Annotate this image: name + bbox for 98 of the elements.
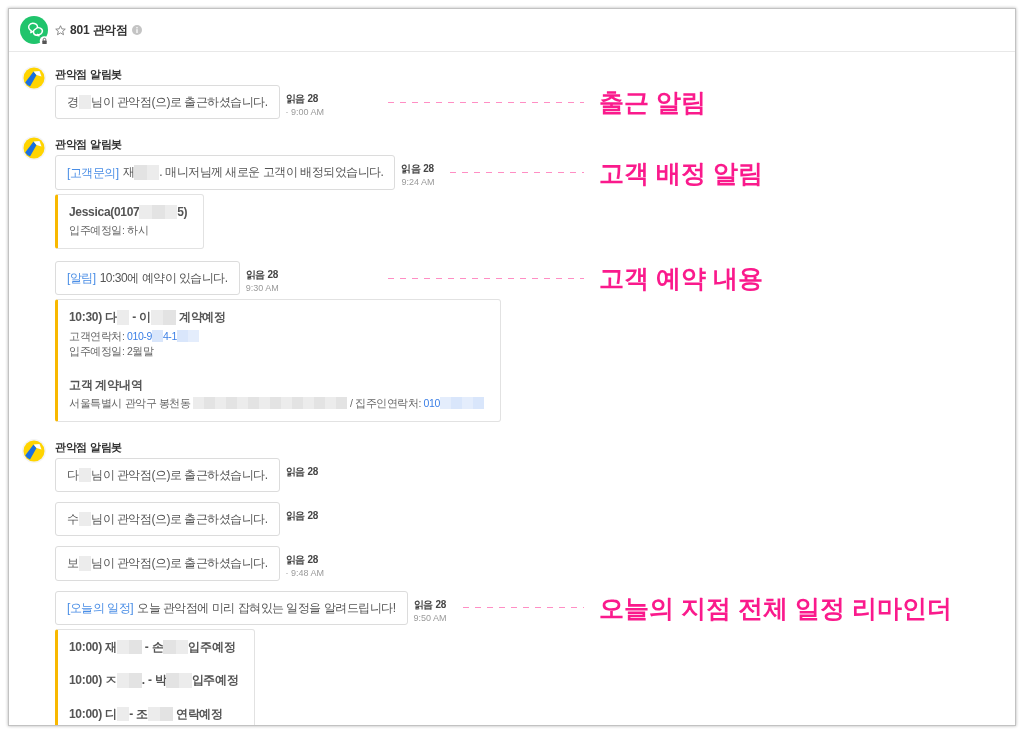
redaction-block [248,396,260,410]
redaction-block [215,396,227,410]
read-count: 읽음 28 [285,465,318,478]
redaction-block [163,639,176,655]
annotation-label: 출근 알림 [599,87,707,118]
card-text: 고객연락처: [69,329,126,342]
message-text: 님이 관악점(으)로 출근하셨습니다. [91,467,268,482]
message-text: 님이 관악점(으)로 출근하셨습니다. [91,512,268,527]
card-text: 입주예정일: 2월말 [69,344,154,357]
redaction-block [325,396,337,410]
card-heading: - 손 [143,640,164,655]
redaction-block [147,706,161,721]
annotation-label: 고객 예약 내용 [599,263,764,294]
card-heading: 연락예정 [174,706,223,721]
category-tag: [오늘의 일정] [67,600,133,615]
redaction-block [163,310,176,325]
annotation-label: 고객 배정 알림 [599,157,764,188]
redaction-block [150,310,164,325]
card-heading: 계약예정 [177,310,226,325]
sender-name: 관악점 알림봇 [55,67,122,81]
redaction-block [281,396,293,410]
redaction-block [151,329,163,343]
message-text: 님이 관악점(으)로 출근하셨습니다. [91,95,268,110]
redaction-block [152,204,165,220]
card-heading: Jessica(0107 [69,205,140,220]
redaction-block [314,396,326,410]
card-text: 입주예정일: 하시 [69,224,149,237]
bot-avatar-icon [22,66,46,90]
card-heading: . - 박 [141,673,167,688]
message-time: 9:30 AM [245,282,279,296]
category-tag: [고객문의] [67,165,119,180]
message-text: 경 [67,95,79,110]
card-heading: - 이 [131,310,151,325]
message-text: 재 [122,165,135,180]
redaction-block [336,396,348,410]
card-heading: 입주예정 [191,673,239,688]
card-heading: 5) [177,205,188,220]
card-heading: - 조 [129,706,148,721]
redaction-block [193,396,205,410]
redaction-block [461,396,473,410]
card-heading: 10:00) ㅈ [69,673,117,688]
message-text: 보 [67,556,79,571]
phone-link[interactable]: 010-9 [127,329,152,342]
message-text: 님이 관악점(으)로 출근하셨습니다. [91,556,268,571]
info-icon[interactable] [131,25,142,35]
message-time: · 9:00 AM [285,106,325,119]
annotation-label: 오늘의 지점 전체 일정 리마인더 [599,592,953,623]
bot-avatar-icon [22,438,46,463]
redaction-block [129,673,142,688]
category-tag: [알림] [67,271,96,286]
redaction-block [259,396,271,410]
card-heading: 10:30) 다 [69,310,117,325]
card-heading: 입주예정 [188,640,236,655]
redaction-block [160,706,173,721]
read-count: 읽음 28 [413,598,446,611]
redaction-block [129,639,142,655]
card-heading: 10:00) 재 [69,640,117,655]
card-text: / 집주인연락처: [348,396,423,409]
redaction-block [226,396,238,410]
redaction-block [166,673,179,688]
redaction-block [116,639,130,655]
message-text: 수 [67,512,79,527]
card-text: 서울특별시 관악구 봉천동 [69,396,192,409]
sender-name: 관악점 알림봇 [55,137,122,152]
redaction-block [204,396,216,410]
channel-title: 801 관악점 [70,21,128,39]
sender-name: 관악점 알림봇 [55,439,122,454]
redaction-block [270,396,282,410]
redaction-block [134,165,147,180]
phone-link[interactable]: 010 [423,396,440,409]
redaction-block [139,204,153,220]
redaction-block [292,396,304,410]
read-count: 읽음 28 [401,163,434,176]
message-text: 다 [67,467,79,482]
message-text: . 매니저님께 새로운 고객이 배정되었습니다. [159,165,384,180]
redaction-block [450,396,462,410]
message-time: · 9:48 AM [285,567,325,581]
read-count: 읽음 28 [285,554,318,567]
redaction-block [176,329,188,343]
redaction-block [116,673,130,688]
redaction-block [237,396,249,410]
card-heading: 10:00) 디 [69,706,117,721]
read-count: 읽음 28 [285,93,318,105]
message-text: 10:30에 예약이 있습니다. [99,271,228,286]
card-heading: 고객 계약내역 [69,377,143,392]
read-count: 읽음 28 [285,509,318,522]
message-text: 오늘 관악점에 미리 잡혀있는 일정을 알려드립니다! [137,600,396,615]
star-icon[interactable] [55,24,66,36]
message-time: 9:50 AM [413,611,447,625]
read-count: 읽음 28 [245,269,279,282]
channel-avatar-icon [20,16,50,46]
redaction-block [439,396,451,410]
redaction-block [303,396,315,410]
message-time: 9:24 AM [401,176,435,190]
redaction-block [472,396,484,410]
phone-link[interactable]: 4-1 [162,329,177,342]
redaction-block [187,329,199,343]
bot-avatar-icon [22,136,46,161]
